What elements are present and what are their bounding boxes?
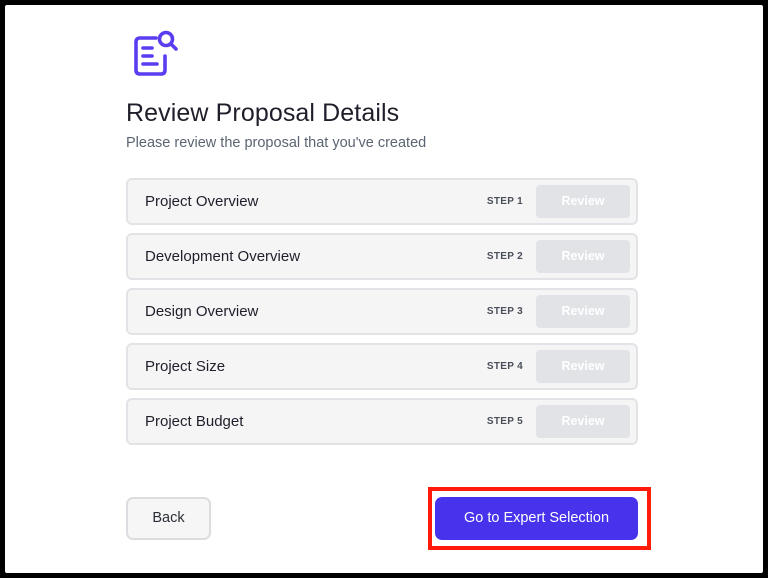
review-button-step-1[interactable]: Review bbox=[536, 185, 630, 218]
page-container: Review Proposal Details Please review th… bbox=[5, 5, 763, 573]
page-subtitle: Please review the proposal that you've c… bbox=[126, 135, 427, 151]
step-tag: STEP 4 bbox=[486, 361, 523, 372]
step-label: Project Budget bbox=[145, 413, 244, 430]
step-tag: STEP 1 bbox=[486, 196, 523, 207]
step-label: Development Overview bbox=[145, 248, 301, 265]
step-list: Project Overview STEP 1 Review Developme… bbox=[126, 178, 638, 453]
back-button[interactable]: Back bbox=[126, 497, 211, 540]
step-tag: STEP 5 bbox=[486, 416, 523, 427]
step-label: Project Overview bbox=[145, 193, 259, 210]
step-row-project-overview: Project Overview STEP 1 Review bbox=[126, 178, 638, 225]
step-label: Design Overview bbox=[145, 303, 259, 320]
page-title: Review Proposal Details bbox=[126, 99, 400, 127]
go-to-expert-selection-button[interactable]: Go to Expert Selection bbox=[435, 497, 638, 540]
step-tag: STEP 3 bbox=[486, 306, 523, 317]
step-label: Project Size bbox=[145, 358, 226, 375]
review-button-step-4[interactable]: Review bbox=[536, 350, 630, 383]
review-button-step-5[interactable]: Review bbox=[536, 405, 630, 438]
document-search-icon bbox=[134, 30, 178, 76]
step-row-design-overview: Design Overview STEP 3 Review bbox=[126, 288, 638, 335]
step-row-development-overview: Development Overview STEP 2 Review bbox=[126, 233, 638, 280]
step-tag: STEP 2 bbox=[486, 251, 523, 262]
review-button-step-3[interactable]: Review bbox=[536, 295, 630, 328]
step-row-project-size: Project Size STEP 4 Review bbox=[126, 343, 638, 390]
review-button-step-2[interactable]: Review bbox=[536, 240, 630, 273]
step-row-project-budget: Project Budget STEP 5 Review bbox=[126, 398, 638, 445]
